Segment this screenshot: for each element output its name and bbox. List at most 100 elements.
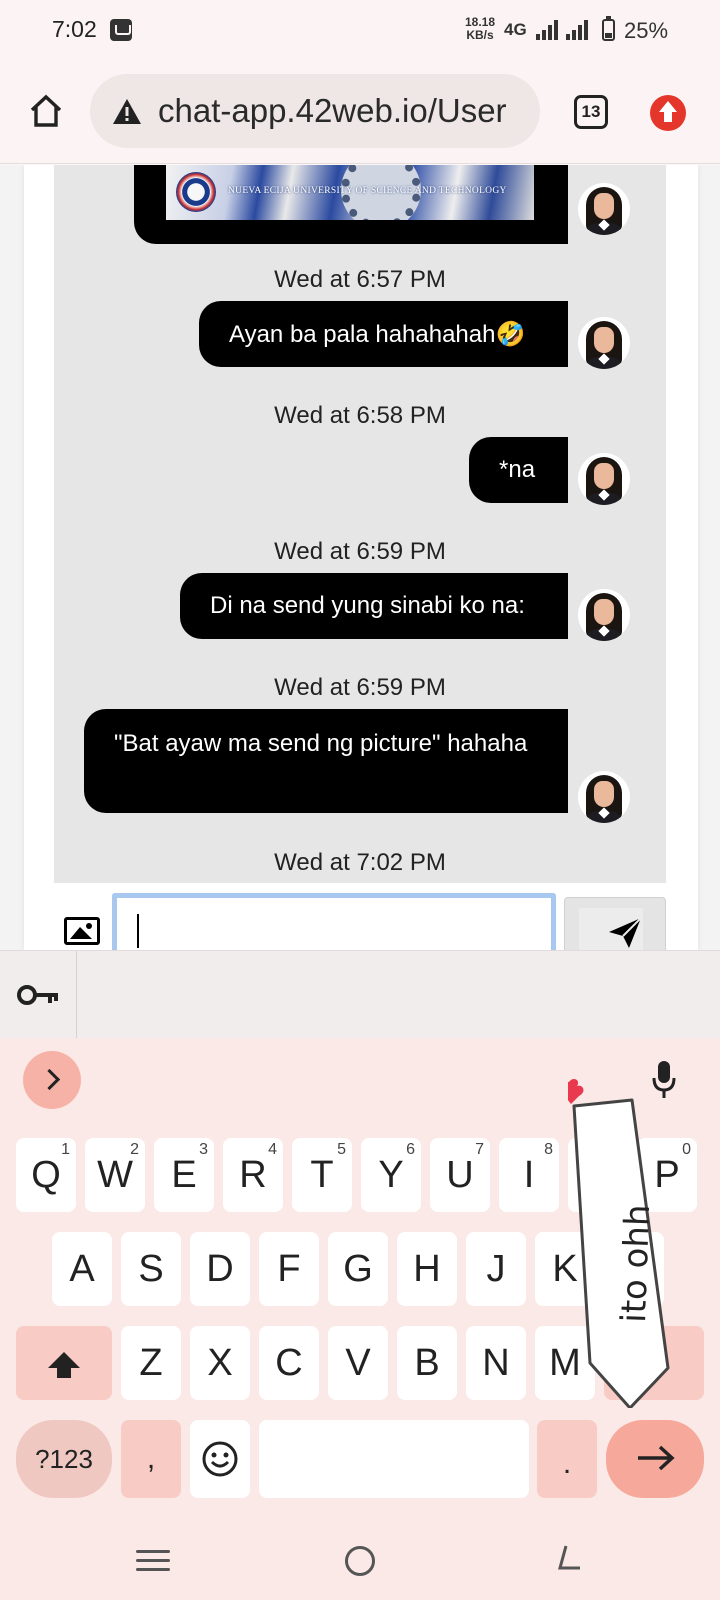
chat-messages[interactable]: NUEVA ECIJA UNIVERSITY OF SCIENCE AND TE… — [54, 165, 666, 883]
space-key[interactable] — [259, 1420, 529, 1498]
image-message[interactable]: NUEVA ECIJA UNIVERSITY OF SCIENCE AND TE… — [134, 165, 568, 244]
update-icon[interactable] — [650, 95, 686, 131]
symbols-key[interactable]: ?123 — [16, 1420, 112, 1498]
key-label: R — [239, 1154, 267, 1196]
key-hint: 3 — [199, 1141, 208, 1158]
attach-image-icon[interactable] — [64, 917, 100, 945]
avatar[interactable] — [578, 453, 630, 505]
key-j[interactable]: J — [466, 1232, 526, 1306]
emoji-icon — [202, 1441, 238, 1477]
enter-key[interactable] — [606, 1420, 704, 1498]
network-type: 4G — [504, 20, 527, 39]
key-label: Q — [31, 1154, 61, 1196]
key-v[interactable]: V — [328, 1326, 388, 1400]
key-d[interactable]: D — [190, 1232, 250, 1306]
shift-key[interactable] — [16, 1326, 112, 1400]
text-caret — [137, 914, 139, 948]
key-b[interactable]: B — [397, 1326, 457, 1400]
key-n[interactable]: N — [466, 1326, 526, 1400]
send-button-face — [579, 908, 643, 950]
emoji-key[interactable] — [190, 1420, 250, 1498]
warning-icon[interactable] — [112, 98, 142, 125]
battery-icon — [602, 16, 615, 41]
status-time: 7:02 — [52, 16, 97, 42]
avatar[interactable] — [578, 183, 630, 235]
key-label: U — [446, 1154, 474, 1196]
key-a[interactable]: A — [52, 1232, 112, 1306]
browser-toolbar: chat-app.42web.io/User 13 — [0, 60, 720, 164]
key-hint: 8 — [544, 1141, 553, 1158]
key-label: E — [171, 1154, 197, 1196]
shift-icon — [48, 1352, 80, 1378]
message-bubble[interactable]: *na — [469, 437, 568, 503]
key-c[interactable]: C — [259, 1326, 319, 1400]
suggestion-divider — [76, 951, 77, 1039]
message-bubble[interactable]: Di na send yung sinabi ko na: — [180, 573, 568, 639]
back-icon[interactable] — [558, 1544, 582, 1572]
keyboard-suggestion-bar — [0, 950, 720, 1039]
battery-percent: 25% — [624, 18, 669, 43]
send-button[interactable] — [564, 897, 666, 950]
key-e[interactable]: E3 — [154, 1138, 214, 1212]
tabs-button[interactable]: 13 — [574, 95, 608, 129]
key-hint: 5 — [337, 1141, 346, 1158]
signal-icon-2 — [566, 20, 594, 40]
avatar[interactable] — [578, 317, 630, 369]
status-bar: 7:02 18.18 KB/s 4G 25% — [0, 0, 720, 60]
university-seal-icon — [176, 172, 216, 212]
key-hint: 1 — [61, 1141, 70, 1158]
password-key-icon[interactable] — [16, 981, 60, 1009]
comma-key[interactable]: , — [121, 1420, 181, 1498]
avatar[interactable] — [578, 589, 630, 641]
key-f[interactable]: F — [259, 1232, 319, 1306]
arrow-right-icon — [638, 1445, 675, 1471]
web-page: NUEVA ECIJA UNIVERSITY OF SCIENCE AND TE… — [0, 165, 720, 950]
sticker-text-label: ito ohh — [614, 1203, 659, 1324]
send-icon — [609, 917, 642, 948]
key-hint: 0 — [682, 1141, 691, 1158]
key-w[interactable]: W2 — [85, 1138, 145, 1212]
network-speed: 18.18 KB/s — [460, 16, 500, 42]
message-bubble[interactable]: Ayan ba pala hahahahah🤣 — [199, 301, 568, 367]
keyboard-expand-button[interactable] — [23, 1051, 81, 1109]
avatar[interactable] — [578, 771, 630, 823]
key-z[interactable]: Z — [121, 1326, 181, 1400]
key-s[interactable]: S — [121, 1232, 181, 1306]
message-input[interactable] — [112, 893, 556, 950]
nav-home-icon[interactable] — [345, 1546, 375, 1576]
key-label: T — [310, 1154, 334, 1196]
key-hint: 6 — [406, 1141, 415, 1158]
key-g[interactable]: G — [328, 1232, 388, 1306]
key-i[interactable]: I8 — [499, 1138, 559, 1212]
university-banner-image[interactable]: NUEVA ECIJA UNIVERSITY OF SCIENCE AND TE… — [166, 165, 534, 220]
key-label: Y — [378, 1154, 404, 1196]
address-bar[interactable]: chat-app.42web.io/User — [90, 74, 540, 148]
message-timestamp: Wed at 6:58 PM — [274, 402, 446, 429]
key-u[interactable]: U7 — [430, 1138, 490, 1212]
key-y[interactable]: Y6 — [361, 1138, 421, 1212]
home-icon[interactable] — [28, 93, 64, 129]
message-composer — [54, 883, 666, 950]
key-q[interactable]: Q1 — [16, 1138, 76, 1212]
key-r[interactable]: R4 — [223, 1138, 283, 1212]
banner-text: NUEVA ECIJA UNIVERSITY OF SCIENCE AND TE… — [228, 186, 507, 196]
system-nav-bar — [0, 1508, 720, 1600]
message-bubble[interactable]: "Bat ayaw ma send ng picture" hahaha — [84, 709, 568, 813]
key-h[interactable]: H — [397, 1232, 457, 1306]
sticker-text: ito ohh — [608, 1170, 658, 1330]
message-notification-icon — [110, 19, 132, 41]
key-hint: 2 — [130, 1141, 139, 1158]
key-label: I — [523, 1154, 535, 1196]
key-hint: 7 — [475, 1141, 484, 1158]
period-key[interactable]: . — [537, 1420, 597, 1498]
key-label: W — [97, 1154, 133, 1196]
message-timestamp: Wed at 7:02 PM — [274, 849, 446, 876]
message-timestamp: Wed at 6:59 PM — [274, 538, 446, 565]
message-timestamp: Wed at 6:59 PM — [274, 674, 446, 701]
network-speed-unit: KB/s — [466, 28, 494, 42]
key-t[interactable]: T5 — [292, 1138, 352, 1212]
menu-icon[interactable] — [136, 1550, 170, 1572]
signal-icon — [536, 20, 564, 40]
key-x[interactable]: X — [190, 1326, 250, 1400]
message-timestamp: Wed at 6:57 PM — [274, 266, 446, 293]
